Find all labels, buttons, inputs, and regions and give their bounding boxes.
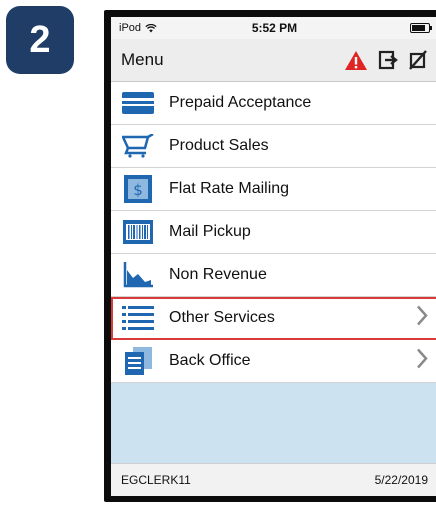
menu-item-label: Non Revenue — [169, 266, 267, 283]
card-icon — [121, 88, 155, 118]
svg-text:$: $ — [133, 181, 143, 199]
cart-icon — [121, 131, 155, 161]
step-badge: 2 — [6, 6, 74, 74]
menu-item-label: Other Services — [169, 309, 275, 326]
page-title: Menu — [121, 50, 164, 69]
device-name: iPod — [119, 22, 142, 34]
menu-item-mail-pickup[interactable]: Mail Pickup — [111, 211, 436, 254]
menu-item-other-services[interactable]: Other Services — [111, 297, 436, 340]
menu-item-label: Product Sales — [169, 137, 269, 154]
wifi-icon — [145, 23, 157, 33]
menu-item-label: Back Office — [169, 352, 251, 369]
chevron-right-icon — [416, 348, 428, 374]
cancel-icon[interactable] — [408, 50, 428, 70]
menu-list: Prepaid Acceptance Product Sales $ Flat … — [111, 82, 436, 383]
status-left: iPod — [119, 22, 157, 34]
device-frame: iPod 5:52 PM Menu Prepaid Acceptance Pro… — [104, 10, 436, 502]
battery-icon — [410, 23, 432, 33]
header-icons — [344, 50, 428, 71]
menu-item-label: Mail Pickup — [169, 223, 251, 240]
barcode-icon — [121, 217, 155, 247]
menu-item-non-revenue[interactable]: Non Revenue — [111, 254, 436, 297]
menu-item-prepaid-acceptance[interactable]: Prepaid Acceptance — [111, 82, 436, 125]
device-screen: iPod 5:52 PM Menu Prepaid Acceptance Pro… — [111, 17, 436, 496]
menu-item-flat-rate-mailing[interactable]: $ Flat Rate Mailing — [111, 168, 436, 211]
list-icon — [121, 303, 155, 333]
clerk-id: EGCLERK11 — [121, 473, 191, 487]
menu-item-back-office[interactable]: Back Office — [111, 340, 436, 383]
stamp-icon: $ — [121, 174, 155, 204]
chart-icon — [121, 260, 155, 290]
warning-icon[interactable] — [344, 50, 368, 71]
chevron-right-icon — [416, 305, 428, 331]
logout-icon[interactable] — [378, 50, 398, 70]
status-footer: EGCLERK11 5/22/2019 — [111, 463, 436, 496]
footer-date: 5/22/2019 — [374, 473, 428, 487]
documents-icon — [121, 346, 155, 376]
status-bar: iPod 5:52 PM — [111, 17, 436, 39]
app-header: Menu — [111, 39, 436, 82]
status-time: 5:52 PM — [251, 21, 298, 35]
menu-item-label: Prepaid Acceptance — [169, 94, 312, 111]
menu-item-product-sales[interactable]: Product Sales — [111, 125, 436, 168]
menu-item-label: Flat Rate Mailing — [169, 180, 290, 197]
